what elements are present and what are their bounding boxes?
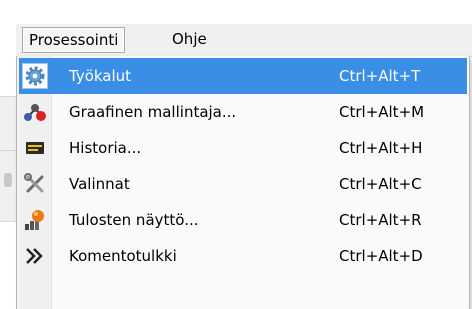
menu-item-label: Komentotulkki [69,247,177,265]
menu-item-shortcut: Ctrl+Alt+C [339,175,422,193]
menu-item-shortcut: Ctrl+Alt+R [339,211,422,229]
background-widget [4,173,12,187]
menu-processing[interactable]: Prosessointi [22,27,126,53]
menu-item-results-viewer[interactable]: Tulosten näyttö... Ctrl+Alt+R [19,202,467,238]
menu-item-options[interactable]: Valinnat Ctrl+Alt+C [19,166,467,202]
menu-item-label: Historia... [69,139,142,157]
menu-item-toolbox[interactable]: Työkalut Ctrl+Alt+T [19,58,467,94]
app-window: Prosessointi Ohje Työkalut Ctrl+Alt+T Gr… [0,0,472,309]
menu-item-shortcut: Ctrl+Alt+H [339,139,423,157]
graphical-modeler-icon [23,100,47,124]
menu-help[interactable]: Ohje [166,27,213,51]
menu-item-python-console[interactable]: Komentotulkki Ctrl+Alt+D [19,238,467,274]
menu-item-label: Valinnat [69,175,130,193]
history-icon [23,136,47,160]
menu-item-label: Tulosten näyttö... [69,211,199,229]
menu-item-shortcut: Ctrl+Alt+T [339,67,421,85]
results-viewer-icon [23,208,47,232]
tools-options-icon [23,172,47,196]
menu-item-graphical-modeler[interactable]: Graafinen mallintaja... Ctrl+Alt+M [19,94,467,130]
menu-item-shortcut: Ctrl+Alt+D [339,247,423,265]
menu-item-shortcut: Ctrl+Alt+M [339,103,425,121]
console-chevron-icon [23,244,47,268]
processing-dropdown-menu: Työkalut Ctrl+Alt+T Graafinen mallintaja… [16,56,470,309]
gear-icon [22,63,48,89]
menu-item-history[interactable]: Historia... Ctrl+Alt+H [19,130,467,166]
menu-item-label: Graafinen mallintaja... [69,103,237,121]
menu-item-label: Työkalut [69,67,132,85]
menu-bar: Prosessointi Ohje [16,24,472,57]
